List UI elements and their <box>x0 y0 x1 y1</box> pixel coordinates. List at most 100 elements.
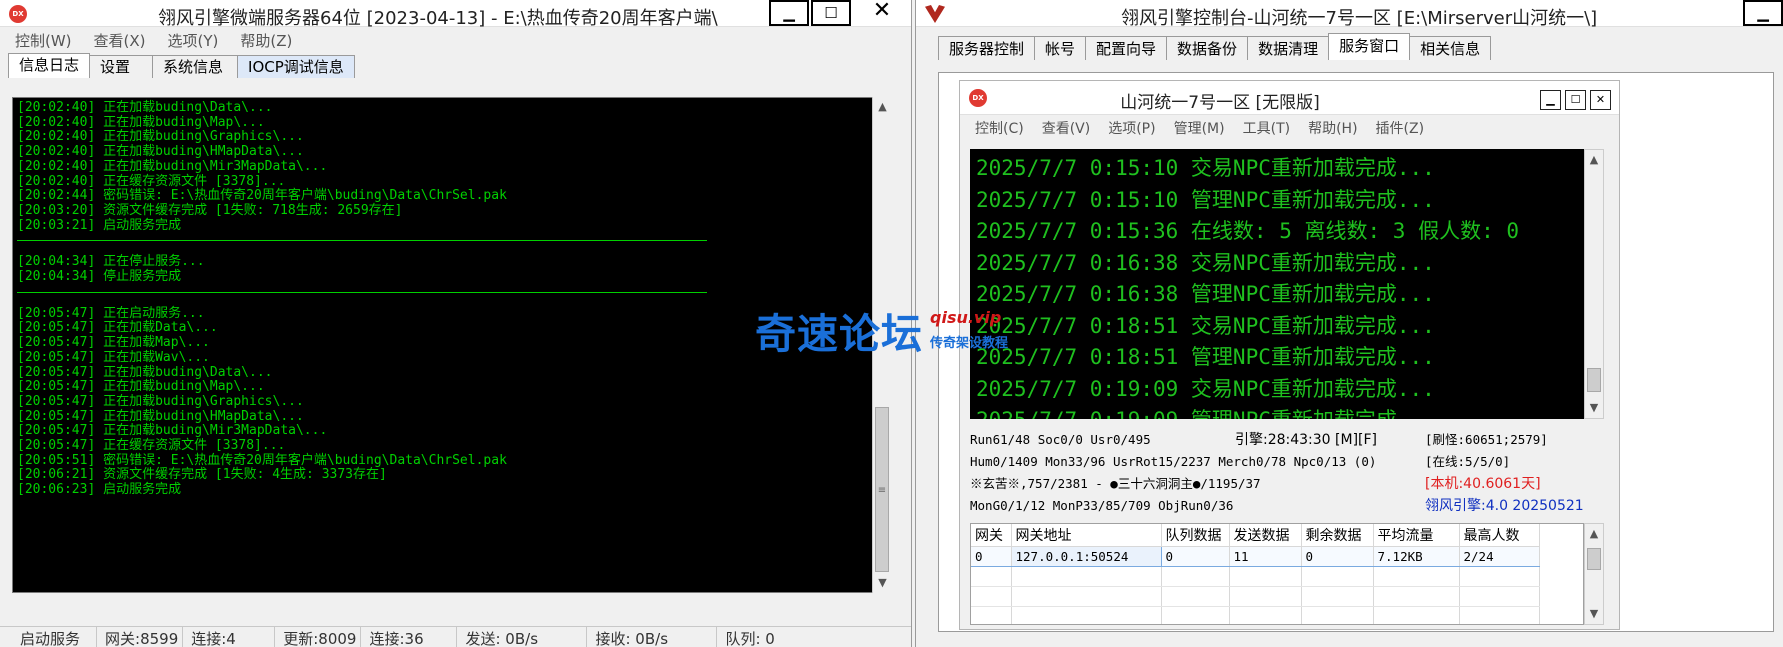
menu-options[interactable]: 选项(P) <box>1108 118 1155 138</box>
table-row[interactable]: 0 127.0.0.1:50524 0 11 0 7.12KB 2/24 <box>971 545 1540 567</box>
scroll-thumb[interactable]: ≡ <box>875 407 889 572</box>
menu-control[interactable]: 控制(C) <box>975 118 1024 138</box>
console-line: 2025/7/7 0:15:36 在线数: 5 离线数: 3 假人数: 0 <box>976 219 1520 243</box>
title-bar[interactable]: 翎风引擎控制台-山河统一7号一区 [E:\Mirserver山河统一\] ▁ <box>916 0 1783 29</box>
status-gateway: 网关:8599 <box>97 627 184 647</box>
console-line: 2025/7/7 0:15:10 管理NPC重新加载完成... <box>976 187 1435 212</box>
status-connections: 连接:4 <box>183 627 276 647</box>
scroll-down-arrow-icon[interactable]: ▼ <box>1585 604 1603 624</box>
scroll-up-arrow-icon[interactable]: ▲ <box>1585 524 1603 544</box>
stat-spawn: [刷怪:60651;2579] <box>1425 432 1548 447</box>
console-scrollbar[interactable]: ▲ ▼ <box>1584 149 1604 419</box>
watermark-sub: 传奇架设教程 <box>930 336 1009 351</box>
menu-help[interactable]: 帮助(Z) <box>240 30 292 51</box>
stat-engine-time: 引擎:28:43:30 [M][F] <box>1235 432 1378 448</box>
table-cell: 127.0.0.1:50524 <box>1010 545 1162 567</box>
gateway-table[interactable]: 网关 网关地址 队列数据 发送数据 剩余数据 平均流量 最高人数 0 127.0.0.1:50… <box>970 523 1584 625</box>
table-cell: 7.12KB <box>1373 545 1460 567</box>
menu-options[interactable]: 选项(Y) <box>168 30 219 51</box>
table-cell: 0 <box>971 545 1012 567</box>
table-cell: 2/24 <box>1459 545 1540 567</box>
column-header[interactable]: 发送数据 <box>1229 524 1302 547</box>
tab-config-wizard[interactable]: 配置向导 <box>1085 36 1168 60</box>
menu-tools[interactable]: 工具(T) <box>1243 118 1290 138</box>
column-header[interactable]: 网关地址 <box>1011 524 1162 547</box>
scroll-up-arrow-icon[interactable]: ▲ <box>1585 150 1603 170</box>
log-line: [20:05:47] 正在加载buding\Map\... <box>17 379 265 395</box>
tab-iocp-debug[interactable]: IOCP调试信息 <box>237 55 355 78</box>
tab-account[interactable]: 帐号 <box>1034 36 1087 60</box>
tab-related-info[interactable]: 相关信息 <box>1409 36 1492 60</box>
maximize-button[interactable]: ☐ <box>811 0 851 26</box>
stat-run: Run61/48 Soc0/0 Usr0/495 <box>970 432 1151 447</box>
table-scrollbar[interactable]: ▲ ▼ <box>1584 523 1604 625</box>
inner-menu-bar: 控制(C) 查看(V) 选项(P) 管理(M) 工具(T) 帮助(H) 插件(Z… <box>960 115 1619 141</box>
console-window: 翎风引擎控制台-山河统一7号一区 [E:\Mirserver山河统一\] ▁ 服… <box>915 0 1783 647</box>
log-line: [20:02:40] 正在缓存资源文件 [3378]... <box>17 173 286 189</box>
tab-strip: 信息日志 设置 系统信息 IOCP调试信息 <box>0 53 911 78</box>
menu-help[interactable]: 帮助(H) <box>1308 118 1357 138</box>
console-line: 2025/7/7 0:18:51 交易NPC重新加载完成... <box>976 313 1435 338</box>
column-header[interactable]: 最高人数 <box>1459 524 1540 547</box>
menu-view[interactable]: 查看(V) <box>1042 118 1091 138</box>
menu-view[interactable]: 查看(X) <box>94 30 146 51</box>
table-cell: 11 <box>1229 545 1302 567</box>
log-line: [20:05:47] 正在加载buding\Data\... <box>17 364 273 380</box>
tab-settings[interactable]: 设置 <box>89 55 154 78</box>
console-line: 2025/7/7 0:16:38 交易NPC重新加载完成... <box>976 250 1435 275</box>
stat-online: [在线:5/5/0] <box>1425 454 1511 469</box>
tab-server-control[interactable]: 服务器控制 <box>938 36 1036 60</box>
scroll-thumb[interactable] <box>1587 368 1601 392</box>
menu-control[interactable]: 控制(W) <box>15 30 72 51</box>
minimize-button[interactable]: ▁ <box>769 0 809 26</box>
log-line: [20:03:21] 启动服务完成 <box>17 217 182 233</box>
title-bar[interactable]: DX 翎风引擎微端服务器64位 [2023-04-13] - E:\热血传奇20… <box>0 0 911 29</box>
column-header[interactable]: 剩余数据 <box>1301 524 1374 547</box>
column-header[interactable]: 网关 <box>971 524 1012 547</box>
scroll-up-arrow-icon[interactable]: ▲ <box>873 97 892 117</box>
tab-system-info[interactable]: 系统信息 <box>152 55 239 78</box>
tab-info-log[interactable]: 信息日志 <box>8 53 91 78</box>
status-send: 发送: 0B/s <box>457 627 588 647</box>
watermark-main: 奇速论坛 <box>755 310 923 358</box>
scroll-thumb[interactable] <box>1587 548 1601 570</box>
log-line: [20:04:34] 正在停止服务... <box>17 254 205 270</box>
log-line: [20:05:47] 正在加载buding\Mir3MapData\... <box>17 423 328 439</box>
game-server-window: DX 山河统一7号一区 [无限版] ▁ ☐ ✕ 控制(C) 查看(V) 选项(P… <box>959 80 1620 630</box>
menu-manage[interactable]: 管理(M) <box>1174 118 1225 138</box>
empty-row <box>971 606 1540 624</box>
tab-data-backup[interactable]: 数据备份 <box>1166 36 1249 60</box>
log-line: [20:03:20] 资源文件缓存完成 [1失败: 718生成: 2659存在] <box>17 202 403 218</box>
log-line: [20:05:47] 正在缓存资源文件 [3378]... <box>17 438 286 454</box>
log-line: [20:02:40] 正在加载buding\Mir3MapData\... <box>17 158 328 174</box>
console-line: 2025/7/7 0:15:10 交易NPC重新加载完成... <box>976 156 1435 180</box>
server-console[interactable]: 2025/7/7 0:15:10 交易NPC重新加载完成... 2025/7/7 … <box>970 149 1584 419</box>
inner-minimize-button[interactable]: ▁ <box>1540 90 1561 110</box>
status-service: 启动服务 <box>0 627 98 647</box>
close-button[interactable]: ✕ <box>853 0 911 26</box>
tab-data-cleanup[interactable]: 数据清理 <box>1247 36 1330 60</box>
log-line: [20:06:21] 资源文件缓存完成 [1失败: 4生成: 3373存在] <box>17 467 387 483</box>
log-line: [20:05:47] 正在加载Data\... <box>17 320 218 336</box>
log-line: [20:05:51] 密码错误: E:\热血传奇20周年客户端\buding\D… <box>17 452 507 468</box>
log-line: [20:05:47] 正在加载buding\Graphics\... <box>17 393 304 409</box>
column-header[interactable]: 队列数据 <box>1161 524 1230 547</box>
scroll-down-arrow-icon[interactable]: ▼ <box>873 573 892 593</box>
scroll-down-arrow-icon[interactable]: ▼ <box>1585 398 1603 418</box>
stat-local-days: [本机:40.6061天] <box>1425 476 1541 492</box>
log-line: [20:02:40] 正在加载buding\Map\... <box>17 114 265 130</box>
table-cell: 0 <box>1161 545 1230 567</box>
column-header[interactable]: 平均流量 <box>1373 524 1460 547</box>
minimize-button[interactable]: ▁ <box>1743 0 1783 26</box>
tab-service-window[interactable]: 服务窗口 <box>1328 33 1411 60</box>
console-line: 2025/7/7 0:18:51 管理NPC重新加载完成... <box>976 345 1435 369</box>
app-logo-icon <box>925 5 945 23</box>
inner-maximize-button[interactable]: ☐ <box>1565 90 1586 110</box>
stat-hum: Hum0/1409 Mon33/96 UsrRot15/2237 Merch0/… <box>970 454 1377 469</box>
status-receive: 接收: 0B/s <box>587 627 718 647</box>
window-title: 翎风引擎微端服务器64位 [2023-04-13] - E:\热血传奇20周年客… <box>158 8 718 29</box>
inner-title-bar[interactable]: DX 山河统一7号一区 [无限版] ▁ ☐ ✕ <box>960 81 1619 115</box>
inner-close-button[interactable]: ✕ <box>1590 90 1611 110</box>
info-log-area[interactable]: [20:02:40] 正在加载buding\Data\... [20:02:40]… <box>12 97 884 593</box>
menu-plugins[interactable]: 插件(Z) <box>1376 118 1425 138</box>
